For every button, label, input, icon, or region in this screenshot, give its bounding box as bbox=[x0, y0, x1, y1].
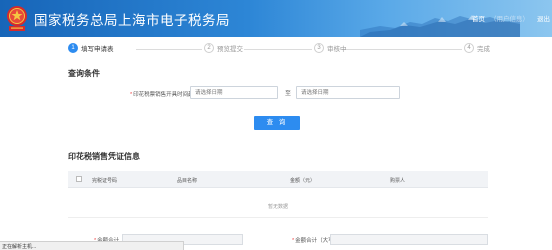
step-connector bbox=[244, 49, 312, 50]
end-date-input[interactable] bbox=[296, 86, 400, 99]
step-number: 3 bbox=[314, 43, 324, 53]
home-link[interactable]: 首页 bbox=[472, 13, 485, 23]
step-label: 审核中 bbox=[327, 46, 347, 53]
column-header: 金额（元） bbox=[290, 178, 316, 184]
step-number: 4 bbox=[464, 43, 474, 53]
user-info-link[interactable]: （用户信息） bbox=[490, 13, 529, 23]
step-number: 2 bbox=[204, 43, 214, 53]
browser-status-bar: 正在解析主机... bbox=[0, 241, 184, 250]
step-label: 预览提交 bbox=[217, 46, 243, 53]
date-range-label: *印花税票销售开具时间起止 bbox=[130, 90, 199, 98]
step-2: 2 预览提交 bbox=[204, 43, 243, 53]
step-label: 填写申请表 bbox=[81, 46, 114, 53]
step-label: 完成 bbox=[477, 46, 490, 53]
step-number: 1 bbox=[68, 43, 78, 53]
result-section-title: 印花税销售凭证信息 bbox=[68, 152, 140, 161]
column-header: 购票人 bbox=[390, 178, 406, 184]
query-section-title: 查询条件 bbox=[68, 69, 100, 78]
step-3: 3 审核中 bbox=[314, 43, 347, 53]
step-connector bbox=[136, 49, 202, 50]
logout-link[interactable]: 退出 bbox=[537, 13, 550, 23]
query-button[interactable]: 查 询 bbox=[254, 116, 300, 130]
amount-upper-field bbox=[330, 234, 488, 245]
empty-table-message: 暂无数据 bbox=[267, 204, 288, 210]
progress-steps: 1 填写申请表 2 预览提交 3 审核中 4 完成 bbox=[0, 43, 552, 57]
required-marker: * bbox=[292, 238, 295, 244]
column-header: 品目名称 bbox=[177, 178, 198, 184]
step-1: 1 填写申请表 bbox=[68, 43, 114, 53]
tax-emblem-icon bbox=[7, 6, 27, 31]
required-marker: * bbox=[130, 92, 133, 98]
column-header: 完税证号码 bbox=[92, 178, 118, 184]
step-connector bbox=[342, 49, 462, 50]
select-all-checkbox[interactable] bbox=[76, 176, 82, 182]
status-text: 正在解析主机... bbox=[2, 244, 37, 250]
page: 国家税务总局上海市电子税务局 首页 （用户信息） 退出 1 填写申请表 2 预览… bbox=[0, 0, 552, 250]
table-body: 暂无数据 bbox=[68, 188, 488, 218]
site-title: 国家税务总局上海市电子税务局 bbox=[34, 13, 230, 28]
step-4: 4 完成 bbox=[464, 43, 490, 53]
start-date-input[interactable] bbox=[190, 86, 278, 99]
date-separator: 至 bbox=[285, 91, 292, 97]
table-header: 完税证号码 品目名称 金额（元） 购票人 bbox=[68, 171, 488, 188]
header-banner: 国家税务总局上海市电子税务局 首页 （用户信息） 退出 bbox=[0, 0, 552, 37]
